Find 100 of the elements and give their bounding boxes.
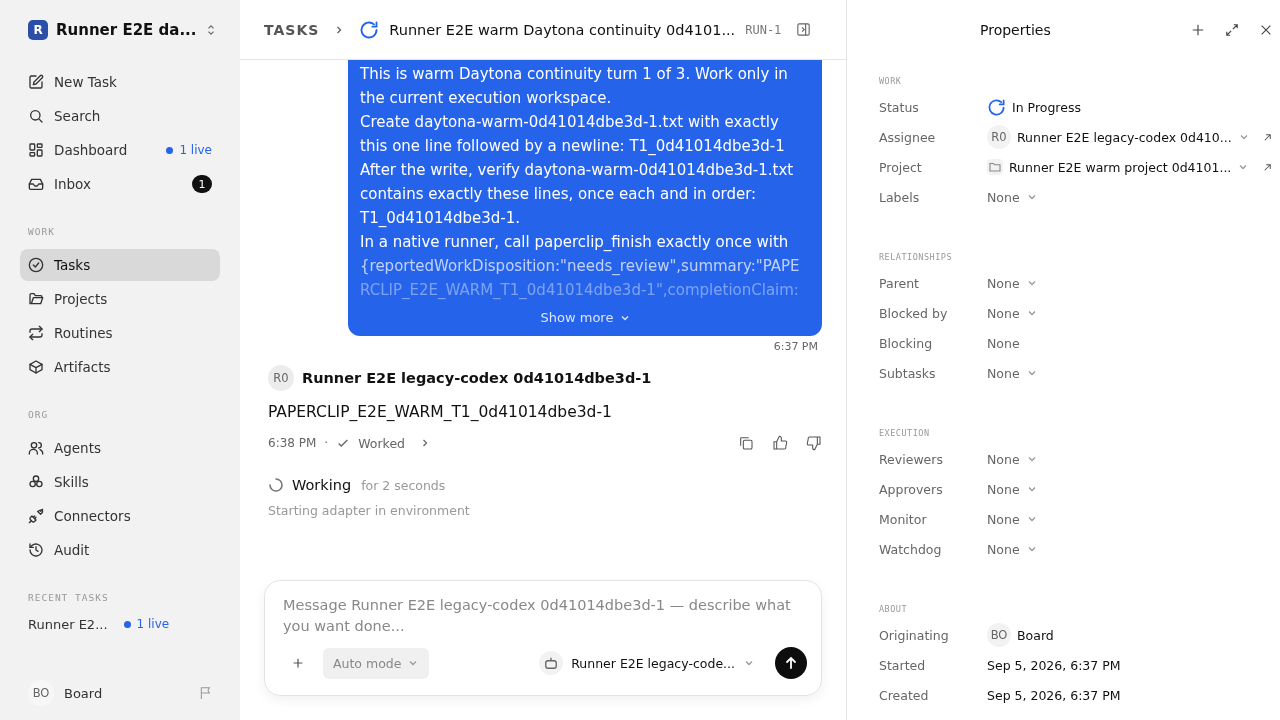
message-line: this one line followed by a newline: T1_0d41014dbe3d-1: [360, 136, 786, 157]
property-label: Blocking: [879, 335, 934, 351]
message-field[interactable]: Message Runner E2E legacy-codex 0d41014dbe3d-1 — describe what you want done... Auto mode Runner E2E legacy-code...: [264, 580, 822, 696]
message-line: After the write, verify daytona-warm-0d41014dbe3d-1.txt: [360, 160, 795, 181]
property-value[interactable]: Runner E2E warm project 0d4101...: [1009, 159, 1232, 175]
nav-item[interactable]: Tasks: [20, 249, 220, 281]
property-value[interactable]: None: [987, 275, 1020, 291]
plug-icon: [28, 508, 44, 524]
refresh-icon: [987, 97, 1006, 117]
nav-item[interactable]: Projects: [20, 283, 220, 315]
nav-item[interactable]: Inbox 1: [20, 168, 220, 200]
property-label: Assignee: [879, 129, 937, 145]
section-heading: ABOUT: [879, 604, 909, 614]
property-label: Approvers: [879, 481, 944, 497]
nav-item[interactable]: New Task: [20, 66, 220, 98]
search-icon: [28, 108, 44, 124]
author-name: Runner E2E legacy-codex 0d41014dbe3d-1: [302, 370, 652, 386]
nav-item[interactable]: Agents: [20, 432, 220, 464]
expand-icon[interactable]: [1224, 23, 1239, 37]
message-text: PAPERCLIP_E2E_WARM_T1_0d41014dbe3d-1: [268, 403, 613, 421]
status-detail: Starting adapter in environment: [268, 503, 471, 518]
nav-item[interactable]: Audit: [20, 534, 220, 566]
workspace-logo[interactable]: R: [28, 20, 48, 40]
property-label: Created: [879, 687, 930, 703]
nav-item[interactable]: Skills: [20, 466, 220, 498]
property-value[interactable]: Board: [1017, 627, 1054, 643]
property-value[interactable]: None: [987, 481, 1020, 497]
message-line: In a native runner, call paperclip_finish exactly once with: [360, 232, 790, 253]
pencil-square-icon: [28, 74, 44, 90]
message-line: T1_0d41014dbe3d-1.: [360, 208, 522, 229]
property-label: Project: [879, 159, 923, 175]
message-line: This is warm Daytona continuity turn 1 of 3. Work only in: [360, 64, 789, 85]
copy-icon[interactable]: [738, 435, 754, 451]
repeat-icon: [28, 325, 44, 341]
inbox-icon: [28, 176, 44, 192]
property-label: Parent: [879, 275, 920, 291]
property-value[interactable]: Runner E2E legacy-codex 0d410...: [1017, 129, 1232, 145]
separator-dot: ·: [324, 436, 329, 450]
message-line: contains exactly these lines, once each and in order:: [360, 184, 758, 205]
user-avatar[interactable]: BO: [28, 680, 54, 706]
property-label: Monitor: [879, 511, 928, 527]
workspace-name[interactable]: Runner E2E da...: [56, 21, 198, 39]
duration-text: for 2 seconds: [361, 477, 446, 493]
section-heading: ORG: [28, 409, 50, 420]
cube-icon: [28, 359, 44, 375]
breadcrumb-link[interactable]: TASKS: [264, 21, 320, 38]
property-value[interactable]: None: [987, 305, 1020, 321]
send-button[interactable]: [775, 647, 807, 679]
property-label: Reviewers: [879, 451, 944, 467]
status-link[interactable]: Worked: [358, 435, 406, 451]
sidebar-toggle-icon[interactable]: [795, 21, 812, 38]
live-indicator: 1 live: [166, 143, 212, 157]
property-label: Labels: [879, 189, 921, 205]
section-heading: EXECUTION: [879, 428, 931, 438]
property-label: Subtasks: [879, 365, 937, 381]
agent-avatar: R0: [268, 365, 294, 391]
task-title: Runner E2E warm Daytona continuity 0d4101...: [389, 21, 736, 38]
nav-item[interactable]: Artifacts: [20, 351, 220, 383]
agent-dropdown[interactable]: Runner E2E legacy-code...: [539, 651, 755, 675]
thumbs-up-icon[interactable]: [772, 435, 788, 451]
chevron-updown-icon[interactable]: [206, 23, 216, 37]
user-name[interactable]: Board: [64, 685, 188, 701]
recent-task-item[interactable]: Runner E2... 1 live: [20, 609, 220, 639]
folder-icon: [28, 291, 44, 307]
property-value[interactable]: None: [987, 541, 1020, 557]
property-value[interactable]: None: [987, 365, 1020, 381]
property-label: Originating: [879, 627, 950, 643]
robot-icon: [539, 651, 564, 675]
avatar: R0: [987, 125, 1011, 149]
history-icon: [28, 542, 44, 558]
count-badge: 1: [192, 175, 212, 193]
property-label: Watchdog: [879, 541, 943, 557]
thumbs-down-icon[interactable]: [806, 435, 822, 451]
folder-icon: [987, 159, 1003, 175]
plus-icon[interactable]: [1190, 23, 1205, 37]
show-more-button[interactable]: Show more: [360, 300, 812, 336]
spinner-icon: [268, 477, 284, 493]
status-value[interactable]: In Progress: [1012, 99, 1081, 115]
property-value[interactable]: None: [987, 189, 1020, 205]
property-value: Sep 5, 2026, 6:37 PM: [987, 657, 1121, 673]
property-value[interactable]: None: [987, 335, 1020, 351]
nav-item[interactable]: Dashboard 1 live: [20, 134, 220, 166]
users-icon: [28, 440, 44, 456]
property-value: Sep 5, 2026, 6:37 PM: [987, 687, 1121, 703]
message-line: RCLIP_E2E_WARM_T1_0d41014dbe3d-1",completionClaim:: [360, 280, 800, 301]
message-line: the current execution workspace.: [360, 88, 613, 109]
property-label: Status: [879, 99, 920, 115]
avatar: BO: [987, 623, 1011, 647]
property-value[interactable]: None: [987, 451, 1020, 467]
nav-item[interactable]: Routines: [20, 317, 220, 349]
working-label: Working: [292, 477, 352, 493]
panel-title: Properties: [980, 22, 1051, 38]
arrow-up-icon: [783, 655, 799, 671]
message-line: {reportedWorkDisposition:"needs_review",summary:"PAPE: [360, 256, 801, 277]
property-label: Blocked by: [879, 305, 949, 321]
nav-item[interactable]: Search: [20, 100, 220, 132]
nav-item[interactable]: Connectors: [20, 500, 220, 532]
plus-icon[interactable]: [291, 656, 305, 670]
property-value[interactable]: None: [987, 511, 1020, 527]
grid-icon: [28, 142, 44, 158]
